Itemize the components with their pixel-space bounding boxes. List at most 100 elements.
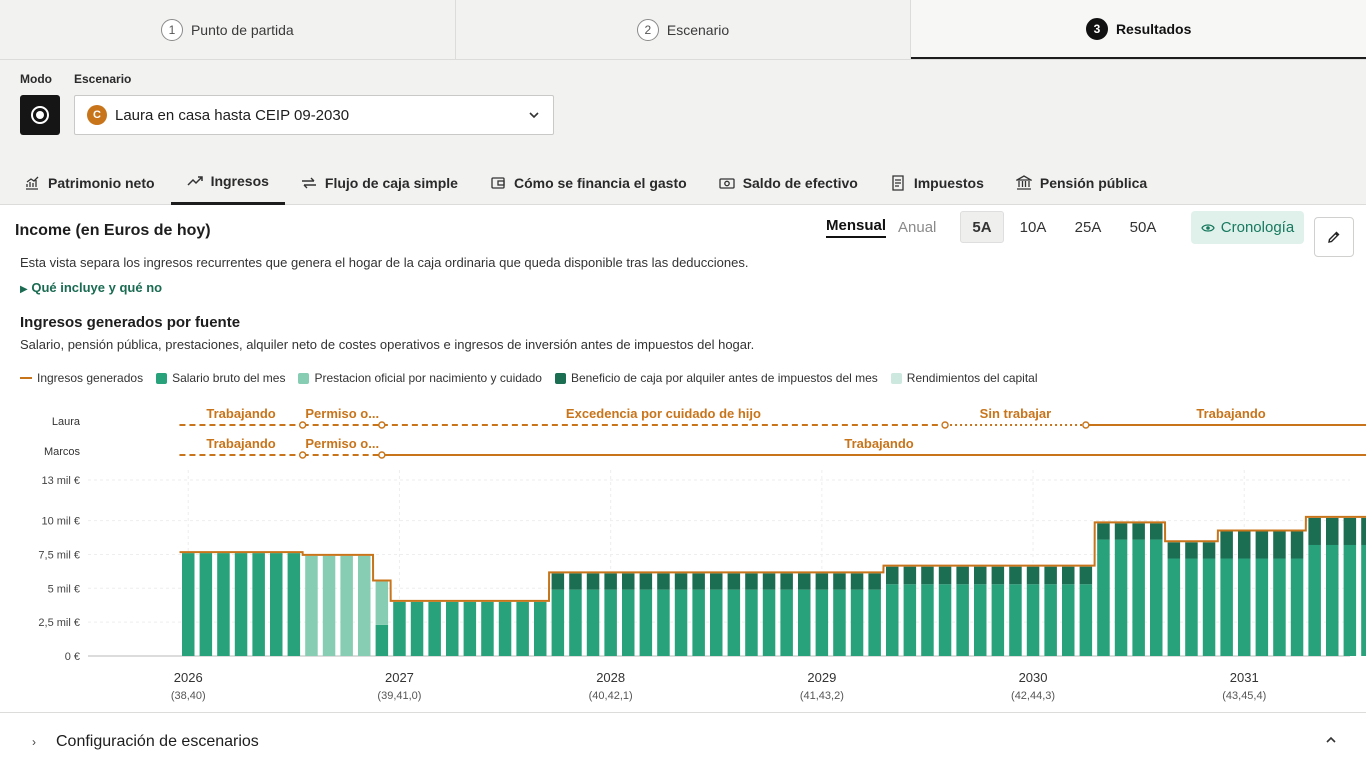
legend-item[interactable]: Beneficio de caja por alquiler antes de … — [554, 371, 878, 385]
bar-salario — [1202, 558, 1216, 656]
bar-salario — [1255, 558, 1269, 656]
legend-item[interactable]: Prestacion oficial por nacimiento y cuid… — [298, 371, 542, 385]
bar-alquiler — [1361, 517, 1366, 545]
bar-salario — [604, 589, 617, 656]
eye-icon — [1201, 223, 1215, 232]
timeline-marker — [298, 421, 307, 429]
legend-swatch — [298, 372, 310, 384]
step-number: 1 — [160, 18, 183, 41]
bar-salario — [956, 584, 969, 656]
bar-salario — [182, 553, 195, 656]
bar-prestacion — [358, 555, 371, 656]
x-tick-sublabel: (39,41,0) — [377, 690, 421, 702]
bar-alquiler — [1238, 531, 1251, 559]
bar-alquiler — [780, 573, 793, 590]
chevron-right-icon: › — [32, 735, 36, 749]
bar-alquiler — [850, 573, 864, 590]
bar-alquiler — [657, 573, 670, 590]
section-subtitle: Salario, pensión pública, prestaciones, … — [20, 337, 755, 352]
timeline-segment-label: Permiso o... — [305, 406, 379, 421]
bar-salario — [1079, 584, 1093, 656]
scenario-config-bar[interactable]: › Configuración de escenarios — [0, 712, 1366, 768]
mode-button[interactable] — [20, 95, 60, 135]
bar-alquiler — [674, 573, 688, 590]
legend-swatch — [554, 372, 566, 384]
timeline-marker — [1082, 421, 1090, 429]
bar-salario — [639, 589, 653, 656]
bar-salario — [657, 589, 670, 656]
bar-salario — [428, 601, 441, 656]
tab-como-se-financia[interactable]: Cómo se financia el gasto — [474, 160, 703, 205]
chevron-up-icon[interactable] — [1324, 733, 1338, 747]
bar-salario — [410, 601, 424, 656]
step-escenario[interactable]: 2 Escenario — [456, 0, 912, 59]
bar-alquiler — [710, 573, 723, 590]
legend-item[interactable]: Rendimientos del capital — [890, 371, 1038, 385]
mensual-toggle[interactable]: Mensual — [826, 217, 887, 238]
bar-salario — [217, 553, 230, 656]
legend-label: Ingresos generados — [37, 371, 144, 385]
radio-icon — [31, 106, 49, 124]
cronologia-label: Cronología — [1220, 219, 1295, 236]
bar-alquiler — [1273, 531, 1286, 559]
bar-prestacion — [340, 555, 353, 656]
anual-toggle[interactable]: Anual — [898, 219, 936, 236]
legend-item[interactable]: Salario bruto del mes — [156, 371, 285, 385]
bar-salario — [446, 601, 459, 656]
tab-patrimonio-neto[interactable]: Patrimonio neto — [8, 160, 171, 205]
x-tick-label: 2030 — [1019, 670, 1048, 685]
y-tick-label: 13 mil € — [41, 475, 80, 487]
y-tick-label: 0 € — [65, 651, 80, 663]
tab-ingresos[interactable]: Ingresos — [170, 160, 285, 205]
bar-salario — [1220, 558, 1233, 656]
bar-salario — [762, 589, 776, 656]
bar-prestacion — [305, 555, 318, 656]
pencil-icon — [1328, 231, 1340, 243]
range-25a[interactable]: 25A — [1066, 211, 1110, 243]
timeline-marker — [941, 421, 949, 429]
bar-alquiler — [1079, 566, 1093, 585]
scenario-select[interactable]: C Laura en casa hasta CEIP 09-2030 — [74, 95, 554, 135]
bar-salario — [1114, 539, 1128, 656]
edit-button[interactable] — [1314, 217, 1354, 257]
bar-salario — [692, 589, 705, 656]
bar-salario — [516, 601, 529, 656]
bar-salario — [991, 584, 1005, 656]
bar-prestacion — [375, 581, 389, 625]
bar-salario — [1132, 539, 1145, 656]
x-tick-label: 2029 — [807, 670, 836, 685]
bar-alquiler — [551, 573, 565, 590]
tab-saldo-de-efectivo[interactable]: Saldo de efectivo — [703, 160, 874, 205]
y-tick-label: 10 mil € — [41, 516, 80, 528]
bar-salario — [1273, 558, 1286, 656]
timeline-marker — [378, 421, 386, 429]
tab-impuestos[interactable]: Impuestos — [874, 160, 1000, 205]
details-toggle[interactable]: ▶ Qué incluye y qué no — [20, 280, 162, 295]
bar-alquiler — [1326, 517, 1339, 545]
bar-salario — [1150, 539, 1163, 656]
step-resultados[interactable]: 3 Resultados — [911, 0, 1366, 59]
timeline-segment-label: Trabajando — [844, 436, 913, 451]
y-tick-label: 7,5 mil € — [38, 549, 80, 561]
range-10a[interactable]: 10A — [1011, 211, 1055, 243]
timeline-marker — [298, 451, 307, 459]
bar-alquiler — [1026, 566, 1040, 585]
legend-label: Prestacion oficial por nacimiento y cuid… — [314, 371, 542, 385]
legend-line-swatch — [20, 377, 32, 379]
legend-item[interactable]: Ingresos generados — [20, 371, 143, 385]
bar-alquiler — [639, 573, 653, 590]
tab-flujo-de-caja[interactable]: Flujo de caja simple — [285, 160, 474, 205]
bar-salario — [463, 601, 477, 656]
cronologia-button[interactable]: Cronología — [1191, 211, 1304, 244]
step-number: 3 — [1085, 17, 1108, 40]
bar-alquiler — [798, 573, 811, 590]
trend-up-icon — [187, 176, 203, 186]
range-50a[interactable]: 50A — [1121, 211, 1165, 243]
range-5a[interactable]: 5A — [960, 211, 1004, 243]
x-tick-label: 2026 — [174, 670, 203, 685]
tab-pension-publica[interactable]: Pensión pública — [1000, 160, 1163, 205]
x-tick-label: 2031 — [1230, 670, 1259, 685]
tab-label: Pensión pública — [1039, 174, 1148, 191]
bar-salario — [780, 589, 793, 656]
step-punto-de-partida[interactable]: 1 Punto de partida — [0, 0, 456, 59]
